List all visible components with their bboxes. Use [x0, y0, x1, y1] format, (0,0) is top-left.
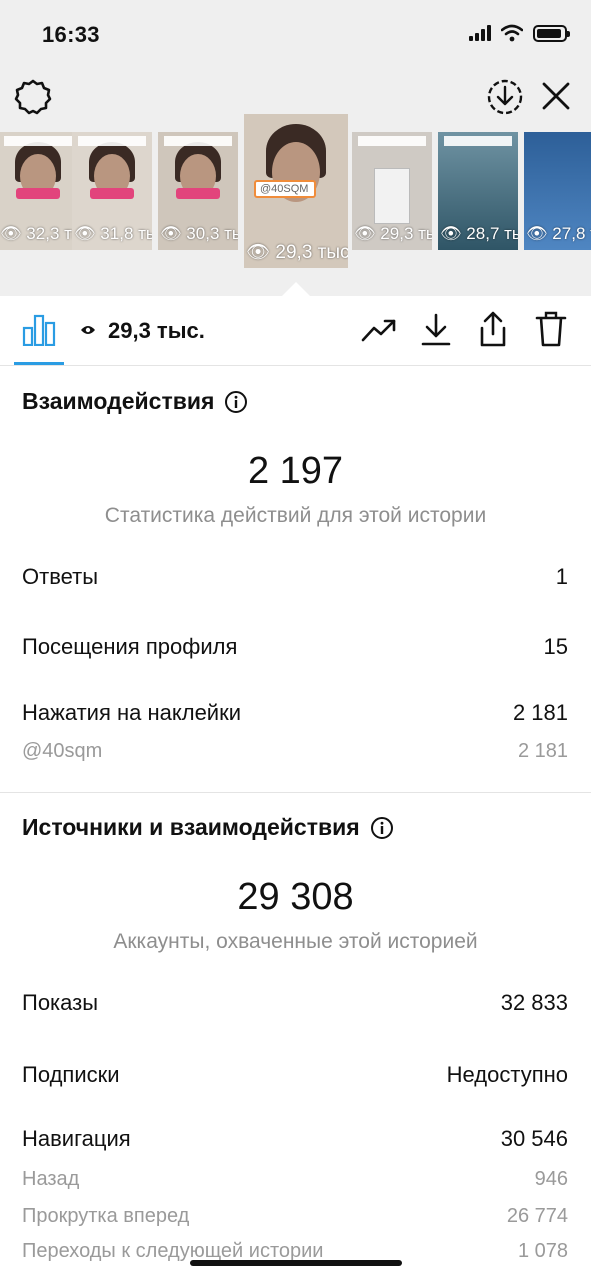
- promote-trend-icon[interactable]: [360, 314, 398, 346]
- battery-icon: [533, 24, 570, 42]
- story-thumbnail[interactable]: 👁 31,8 тыс.: [72, 132, 152, 250]
- interactions-section-title: Взаимодействия: [22, 388, 248, 415]
- thumbnail-views: 👁 28,7 тыс.: [440, 224, 518, 243]
- active-tab-indicator: [14, 362, 64, 365]
- interactions-caption: Статистика действий для этой истории: [104, 504, 487, 527]
- close-icon[interactable]: [540, 80, 572, 112]
- info-icon[interactable]: [224, 390, 248, 414]
- save-story-icon[interactable]: [486, 78, 524, 116]
- metric-value: 15: [543, 634, 568, 659]
- delete-trash-icon[interactable]: [534, 310, 568, 348]
- metric-value: 2 181: [512, 700, 568, 725]
- info-icon[interactable]: [370, 816, 394, 840]
- thumbnail-views: 👁 27,8 тыс.: [526, 224, 591, 243]
- metric-value: 30 546: [500, 1126, 568, 1151]
- bar-chart-icon[interactable]: [22, 314, 56, 346]
- thumbnail-views: 👁 29,3 тыс.: [246, 242, 348, 263]
- interactions-total: 2 197: [247, 450, 344, 492]
- metric-label: Показы: [22, 990, 99, 1015]
- thumbnail-views: 👁 32,3 тыс.: [0, 224, 78, 243]
- metric-label: Посещения профиля: [22, 634, 238, 659]
- metric-label: Нажатия на наклейки: [22, 700, 242, 725]
- metric-sub-value: 1 078: [517, 1240, 568, 1262]
- story-thumbnail[interactable]: 👁 29,3 тыс.: [352, 132, 432, 250]
- status-time: 16:33: [42, 22, 100, 47]
- share-icon[interactable]: [476, 310, 510, 348]
- thumbnail-views: 👁 29,3 тыс.: [354, 224, 432, 243]
- thumbnail-views: 👁 31,8 тыс.: [74, 224, 152, 243]
- sources-caption: Аккаунты, охваченные этой историей: [113, 930, 478, 953]
- stories-header: 16:33 👁 32,3 тыс.: [0, 0, 591, 296]
- sources-total: 29 308: [237, 876, 354, 918]
- metric-row: Подписки Недоступно: [22, 1062, 568, 1088]
- mention-sticker: @40SQM: [254, 180, 316, 198]
- metric-value: Недоступно: [446, 1062, 568, 1087]
- story-thumbnail-strip: 👁 32,3 тыс. 👁 31,8 тыс. 👁 30,3 тыс. @40S…: [0, 114, 591, 270]
- story-thumbnail[interactable]: 👁 27,8 тыс.: [524, 132, 591, 250]
- home-indicator[interactable]: [190, 1260, 402, 1266]
- metric-label: Подписки: [22, 1062, 120, 1087]
- settings-gear-icon[interactable]: [14, 78, 52, 116]
- interactions-title-text: Взаимодействия: [22, 388, 215, 414]
- story-thumbnail[interactable]: 👁 28,7 тыс.: [438, 132, 518, 250]
- story-thumbnail[interactable]: 👁 32,3 тыс.: [0, 132, 78, 250]
- section-divider: [0, 792, 591, 793]
- metric-value: 1: [555, 564, 568, 589]
- metric-row: Ответы 1: [22, 564, 568, 590]
- metric-sub-row: Прокрутка вперед 26 774: [22, 1205, 568, 1228]
- selection-pointer: [282, 282, 310, 296]
- insights-toolbar: 29,3 тыс.: [0, 296, 591, 366]
- metric-sub-label: Назад: [22, 1168, 80, 1190]
- metric-sub-value: 2 181: [517, 740, 568, 762]
- metric-row: Навигация 30 546: [22, 1126, 568, 1152]
- metric-sub-value: 946: [534, 1168, 568, 1190]
- metric-sub-row: Назад 946: [22, 1168, 568, 1191]
- sources-title-text: Источники и взаимодействия: [22, 814, 360, 840]
- metric-sub-label[interactable]: @40sqm: [22, 740, 102, 763]
- story-thumbnail-selected[interactable]: @40SQM 👁 29,3 тыс.: [244, 114, 348, 268]
- wifi-icon: [501, 24, 523, 42]
- metric-label: Ответы: [22, 564, 99, 589]
- signal-icon: [469, 25, 491, 41]
- metric-sub-label: Прокрутка вперед: [22, 1205, 190, 1227]
- metric-row: Показы 32 833: [22, 990, 568, 1016]
- download-icon[interactable]: [420, 312, 452, 348]
- system-icons: [469, 24, 570, 42]
- status-bar: 16:33: [0, 0, 591, 70]
- story-thumbnail[interactable]: 👁 30,3 тыс.: [158, 132, 238, 250]
- viewers-count[interactable]: 29,3 тыс.: [108, 318, 205, 344]
- metric-row: Нажатия на наклейки 2 181: [22, 700, 568, 726]
- metric-value: 32 833: [500, 990, 568, 1015]
- metric-label: Навигация: [22, 1126, 131, 1151]
- metric-sub-row: @40sqm 2 181: [22, 740, 568, 763]
- metric-sub-value: 26 774: [506, 1205, 568, 1227]
- eye-icon: [81, 326, 95, 334]
- sources-section-title: Источники и взаимодействия: [22, 814, 394, 841]
- metric-row: Посещения профиля 15: [22, 634, 568, 660]
- thumbnail-views: 👁 30,3 тыс.: [160, 224, 238, 243]
